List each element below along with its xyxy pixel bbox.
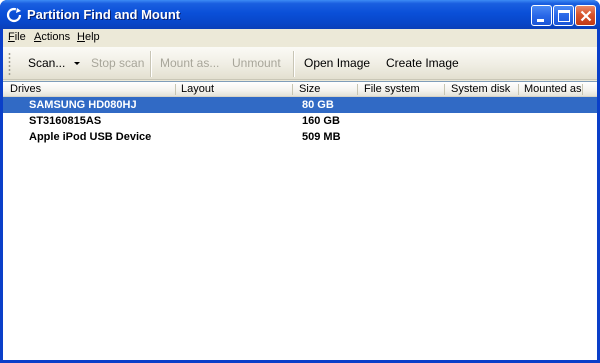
unmount-button[interactable]: Unmount <box>232 47 281 80</box>
column-header-layout[interactable]: Layout <box>181 83 214 95</box>
toolbar-separator <box>150 51 151 77</box>
drives-list[interactable]: Drives Layout Size File system System di… <box>3 81 597 360</box>
maximize-button[interactable] <box>553 5 574 26</box>
column-header-file-system[interactable]: File system <box>364 83 420 95</box>
menu-actions[interactable]: Actions <box>34 31 70 43</box>
drive-name: Apple iPod USB Device <box>29 131 152 143</box>
window-title: Partition Find and Mount <box>27 7 181 22</box>
open-image-button[interactable]: Open Image <box>304 47 370 80</box>
table-row[interactable]: SAMSUNG HD080HJ 80 GB <box>3 97 597 113</box>
column-divider[interactable] <box>175 84 176 95</box>
scan-button[interactable]: Scan... <box>28 47 65 80</box>
toolbar-grip[interactable] <box>8 52 11 76</box>
drive-name: SAMSUNG HD080HJ <box>29 99 137 111</box>
scan-dropdown-arrow-icon[interactable] <box>74 62 80 65</box>
column-divider[interactable] <box>357 84 358 95</box>
column-header-system-disk[interactable]: System disk <box>451 83 510 95</box>
table-row[interactable]: ST3160815AS 160 GB <box>3 113 597 129</box>
stop-scan-button[interactable]: Stop scan <box>91 47 144 80</box>
minimize-button[interactable] <box>531 5 552 26</box>
minimize-icon <box>537 19 544 22</box>
close-icon <box>580 10 592 22</box>
title-bar[interactable]: Partition Find and Mount <box>0 0 600 29</box>
drive-size: 509 MB <box>302 131 341 143</box>
menu-help[interactable]: Help <box>77 31 100 43</box>
menu-file[interactable]: File <box>8 31 26 43</box>
list-header: Drives Layout Size File system System di… <box>3 82 597 97</box>
column-header-mounted-as[interactable]: Mounted as <box>524 83 581 95</box>
close-button[interactable] <box>575 5 596 26</box>
create-image-button[interactable]: Create Image <box>386 47 459 80</box>
window-client: File Actions Help Scan... Stop scan Moun… <box>3 29 597 360</box>
app-refresh-icon[interactable] <box>6 7 22 23</box>
column-header-size[interactable]: Size <box>299 83 320 95</box>
toolbar: Scan... Stop scan Mount as... Unmount Op… <box>3 47 597 80</box>
column-header-drives[interactable]: Drives <box>10 83 41 95</box>
toolbar-separator <box>293 51 294 77</box>
drive-name: ST3160815AS <box>29 115 102 127</box>
column-divider[interactable] <box>292 84 293 95</box>
column-divider[interactable] <box>582 84 583 95</box>
table-row[interactable]: Apple iPod USB Device 509 MB <box>3 129 597 145</box>
app-window: Partition Find and Mount File Actions He… <box>0 0 600 363</box>
mount-as-button[interactable]: Mount as... <box>160 47 219 80</box>
column-divider[interactable] <box>518 84 519 95</box>
drive-size: 160 GB <box>302 115 340 127</box>
column-divider[interactable] <box>444 84 445 95</box>
drive-size: 80 GB <box>302 99 334 111</box>
menu-bar: File Actions Help <box>3 29 597 46</box>
maximize-icon <box>558 10 570 22</box>
